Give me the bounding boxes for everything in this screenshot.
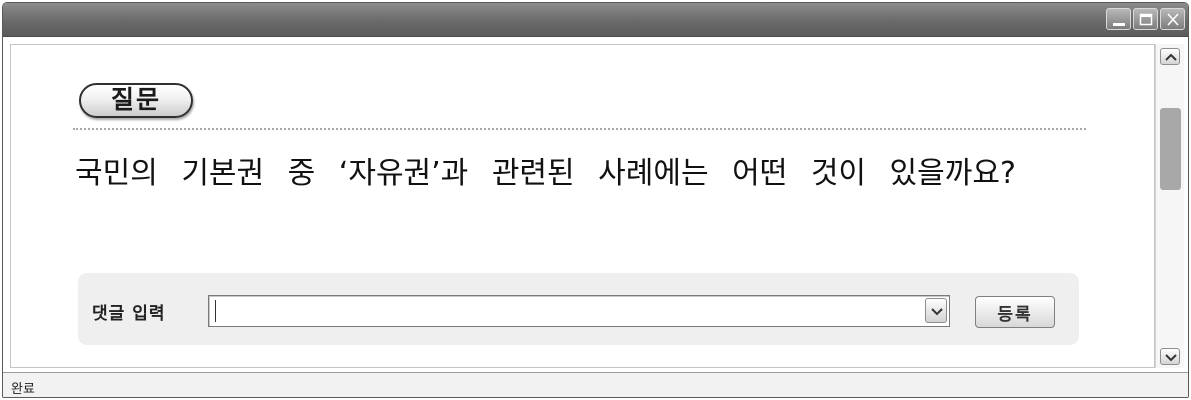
comment-label: 댓글 입력 <box>92 304 166 324</box>
scroll-up-icon[interactable] <box>1160 48 1180 65</box>
vertical-scrollbar[interactable] <box>1155 44 1184 368</box>
dropdown-arrow-icon[interactable] <box>925 298 947 323</box>
browser-window: 질문 국민의 기본권 중 ‘자유권’과 관련된 사례에는 어떤 것이 있을까요?… <box>2 2 1189 398</box>
question-badge: 질문 <box>79 83 193 118</box>
text-cursor <box>215 300 216 322</box>
dotted-divider <box>73 128 1086 130</box>
title-bar <box>3 3 1188 37</box>
scroll-down-icon[interactable] <box>1160 348 1180 365</box>
scrollbar-thumb[interactable] <box>1160 108 1181 190</box>
maximize-icon[interactable] <box>1133 8 1158 30</box>
comment-panel: 댓글 입력 등록 <box>78 273 1079 345</box>
minimize-icon[interactable] <box>1106 8 1131 30</box>
status-text: 완료 <box>11 382 35 397</box>
close-icon[interactable] <box>1160 8 1185 30</box>
register-button[interactable]: 등록 <box>975 296 1055 328</box>
comment-input[interactable] <box>208 295 950 327</box>
status-bar: 완료 <box>3 372 1188 397</box>
window-controls <box>1106 8 1185 30</box>
question-text: 국민의 기본권 중 ‘자유권’과 관련된 사례에는 어떤 것이 있을까요? <box>75 156 1016 191</box>
